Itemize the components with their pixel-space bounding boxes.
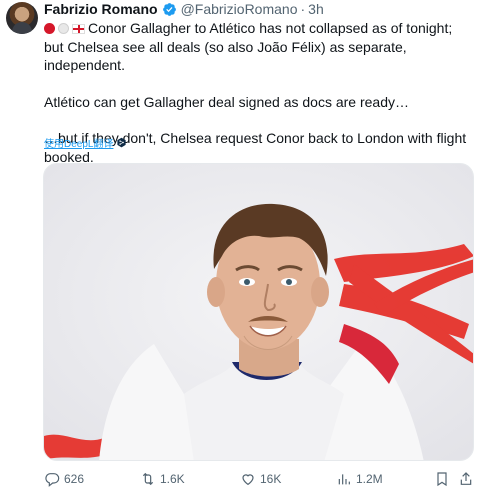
reply-button[interactable]: 626 bbox=[44, 471, 84, 487]
repost-count: 1.6K bbox=[160, 472, 185, 486]
reply-icon bbox=[45, 473, 60, 487]
white-circle-emoji bbox=[58, 23, 69, 34]
author-handle[interactable]: @FabrizioRomano bbox=[181, 1, 298, 17]
views-count: 1.2M bbox=[356, 472, 383, 486]
views-icon bbox=[338, 474, 350, 485]
repost-icon bbox=[142, 472, 154, 486]
bookmark-button[interactable] bbox=[434, 471, 450, 487]
player-photo-illustration bbox=[44, 164, 473, 460]
views-button[interactable]: 1.2M bbox=[336, 471, 383, 487]
tweet-line-1: Conor Gallagher to Atlético has not coll… bbox=[44, 20, 453, 73]
like-icon bbox=[242, 474, 254, 486]
separator-dot: · bbox=[300, 1, 306, 17]
red-circle-emoji bbox=[44, 23, 55, 34]
share-icon bbox=[460, 472, 472, 485]
translate-link[interactable]: 使用DeepL翻译 bbox=[44, 135, 127, 150]
translate-label[interactable]: 使用DeepL翻译 bbox=[44, 135, 113, 150]
tweet-paragraph-1: Conor Gallagher to Atlético has not coll… bbox=[44, 19, 474, 75]
like-button[interactable]: 16K bbox=[240, 471, 281, 487]
tweet[interactable]: Fabrizio Romano @FabrizioRomano · 3h Con… bbox=[0, 0, 483, 501]
tweet-line-2: Atlético can get Gallagher deal signed a… bbox=[44, 93, 409, 110]
england-flag-emoji bbox=[72, 24, 85, 34]
share-button[interactable] bbox=[458, 471, 474, 487]
tweet-actions: 626 1.6K 16K 1.2M bbox=[44, 471, 476, 493]
tweet-header: Fabrizio Romano @FabrizioRomano · 3h bbox=[44, 0, 324, 18]
bookmark-icon bbox=[437, 472, 447, 487]
author-name[interactable]: Fabrizio Romano bbox=[44, 1, 158, 17]
timestamp[interactable]: 3h bbox=[308, 1, 324, 17]
verified-icon bbox=[162, 2, 176, 16]
repost-button[interactable]: 1.6K bbox=[140, 471, 185, 487]
tweet-photo[interactable] bbox=[43, 163, 474, 461]
deepl-icon bbox=[117, 137, 127, 148]
reply-count: 626 bbox=[64, 472, 85, 486]
avatar[interactable] bbox=[6, 2, 38, 34]
like-count: 16K bbox=[260, 472, 282, 486]
